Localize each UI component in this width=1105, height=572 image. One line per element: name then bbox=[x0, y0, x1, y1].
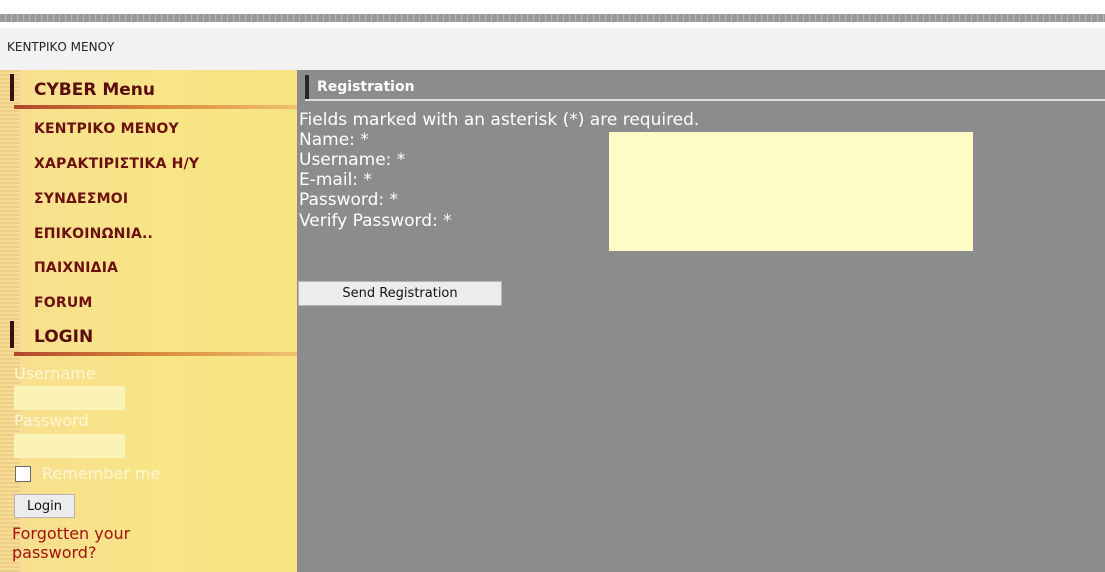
login-password-label: Password bbox=[14, 411, 89, 430]
required-fields-notice: Fields marked with an asterisk (*) are r… bbox=[299, 110, 700, 130]
login-username-label: Username bbox=[14, 364, 96, 383]
sidebar-item-forum[interactable]: FORUM bbox=[34, 295, 93, 311]
send-registration-button[interactable]: Send Registration bbox=[298, 281, 502, 306]
login-section-header: LOGIN bbox=[10, 321, 297, 356]
section-marker-icon bbox=[10, 74, 14, 101]
top-decorative-stripe bbox=[0, 14, 1105, 22]
breadcrumb: ΚΕΝΤΡΙΚΟ ΜΕΝΟΥ bbox=[7, 40, 115, 54]
registration-input-area[interactable] bbox=[609, 132, 973, 251]
breadcrumb-bar bbox=[0, 28, 1105, 70]
section-underline bbox=[14, 352, 297, 356]
remember-me-label: Remember me bbox=[42, 464, 161, 483]
password-label: Password: * bbox=[299, 190, 399, 210]
remember-me-checkbox[interactable] bbox=[15, 466, 31, 482]
verify-password-label: Verify Password: * bbox=[299, 211, 452, 231]
username-label: Username: * bbox=[299, 150, 406, 170]
sidebar-item-pc-specs[interactable]: ΧΑΡΑΚΤΙΡΙΣΤΙΚΑ Η/Υ bbox=[34, 156, 199, 172]
section-marker-icon bbox=[10, 321, 14, 348]
registration-header: Registration bbox=[305, 75, 1105, 101]
name-label: Name: * bbox=[299, 130, 369, 150]
registration-title: Registration bbox=[317, 79, 415, 95]
sidebar-item-contact[interactable]: ΕΠΙΚΟΙΝΩΝΙΑ.. bbox=[34, 226, 153, 242]
login-username-input[interactable] bbox=[14, 386, 125, 410]
login-section-title: LOGIN bbox=[34, 327, 94, 347]
section-marker-icon bbox=[305, 75, 309, 101]
login-password-input[interactable] bbox=[14, 434, 125, 458]
menu-section-title: CYBER Menu bbox=[34, 80, 156, 100]
sidebar-item-games[interactable]: ΠΑΙΧΝΙΔΙΑ bbox=[34, 260, 118, 276]
section-underline bbox=[14, 105, 297, 109]
email-label: E-mail: * bbox=[299, 170, 372, 190]
forgot-password-link[interactable]: Forgotten your password? bbox=[12, 524, 212, 562]
menu-section-header: CYBER Menu bbox=[10, 74, 297, 109]
login-button[interactable]: Login bbox=[14, 494, 75, 518]
sidebar-item-links[interactable]: ΣΥΝΔΕΣΜΟΙ bbox=[34, 191, 128, 207]
sidebar-item-home[interactable]: ΚΕΝΤΡΙΚΟ ΜΕΝΟΥ bbox=[34, 121, 179, 137]
header-rule bbox=[305, 99, 1105, 101]
